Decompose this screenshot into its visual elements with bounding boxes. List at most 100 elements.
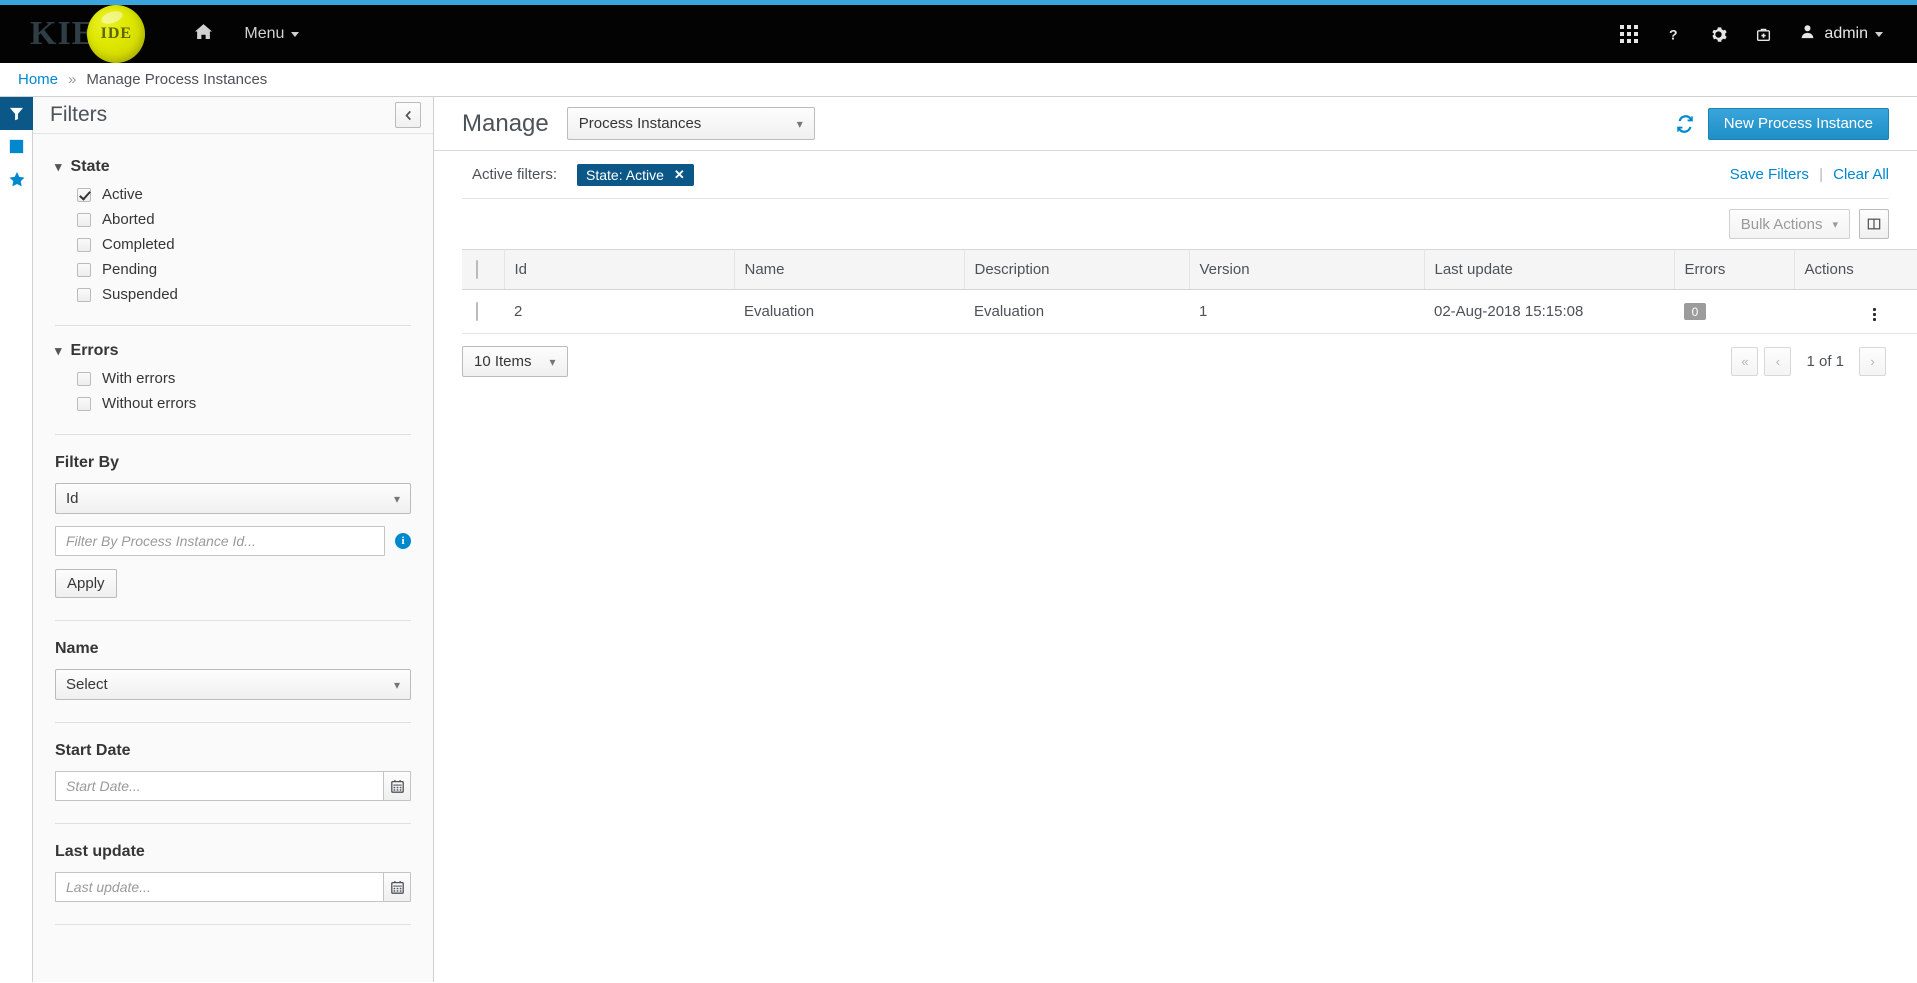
checkbox-row-active[interactable]: Active bbox=[77, 186, 411, 203]
next-page-button[interactable]: › bbox=[1859, 347, 1886, 376]
perspective-select[interactable]: Process Instances ▾ bbox=[566, 107, 815, 140]
pagination-bar: 10 Items ▾ « ‹ 1 of 1 › bbox=[462, 346, 1889, 377]
checkbox-suspended-label: Suspended bbox=[102, 286, 178, 303]
pagination-controls: « ‹ 1 of 1 › bbox=[1728, 347, 1889, 376]
page-indicator: 1 of 1 bbox=[1806, 353, 1844, 370]
checkbox-without-errors-label: Without errors bbox=[102, 395, 197, 412]
filters-panel-body: ▾ State Active Aborted Completed Pending bbox=[33, 134, 433, 982]
filter-by-label: Filter By bbox=[55, 454, 120, 471]
row-select-checkbox[interactable] bbox=[476, 302, 478, 321]
star-icon[interactable] bbox=[0, 163, 33, 196]
checkbox-row-aborted[interactable]: Aborted bbox=[77, 211, 411, 228]
chevron-down-icon: ▾ bbox=[796, 116, 803, 131]
save-filters-link[interactable]: Save Filters bbox=[1730, 166, 1809, 183]
brand-ide-badge: IDE bbox=[87, 5, 146, 63]
menu-label: Menu bbox=[244, 25, 285, 42]
checkbox-row-completed[interactable]: Completed bbox=[77, 236, 411, 253]
top-navbar: KIE IDE Menu ? admin bbox=[0, 5, 1917, 63]
checkbox-row-suspended[interactable]: Suspended bbox=[77, 286, 411, 303]
accordion-state[interactable]: ▾ State bbox=[55, 158, 411, 176]
apply-filter-button[interactable]: Apply bbox=[55, 569, 117, 598]
column-header-last-update[interactable]: Last update bbox=[1424, 249, 1675, 290]
filter-chip-state-active[interactable]: State: Active ✕ bbox=[577, 163, 694, 186]
checkbox-pending[interactable] bbox=[77, 262, 91, 277]
brand-logo[interactable]: KIE IDE bbox=[30, 5, 146, 63]
checkbox-active[interactable] bbox=[77, 187, 91, 202]
active-filters-bar: Active filters: State: Active ✕ Save Fil… bbox=[462, 151, 1889, 199]
info-circle-icon[interactable]: i bbox=[395, 533, 411, 549]
clear-all-link[interactable]: Clear All bbox=[1833, 166, 1889, 183]
toolbox-icon[interactable] bbox=[1741, 5, 1786, 63]
apps-grid-icon[interactable] bbox=[1606, 5, 1652, 63]
last-update-calendar-icon[interactable] bbox=[383, 872, 411, 902]
name-filter-select[interactable]: Select ▾ bbox=[55, 669, 411, 700]
start-date-input[interactable] bbox=[55, 771, 383, 801]
filter-by-select[interactable]: Id ▾ bbox=[55, 483, 411, 514]
table-header-row: Id Name Description Version Last update … bbox=[462, 249, 1917, 290]
column-header-version[interactable]: Version bbox=[1189, 249, 1425, 290]
divider bbox=[55, 325, 411, 326]
table-row[interactable]: 2 Evaluation Evaluation 1 02-Aug-2018 15… bbox=[462, 289, 1917, 334]
filters-tab-icon[interactable] bbox=[0, 97, 33, 130]
checkbox-row-pending[interactable]: Pending bbox=[77, 261, 411, 278]
checkbox-completed[interactable] bbox=[77, 237, 91, 252]
columns-icon[interactable] bbox=[1859, 209, 1889, 239]
checkbox-without-errors[interactable] bbox=[77, 396, 91, 411]
navbar-right-group: ? admin bbox=[1606, 5, 1917, 63]
user-account-dropdown[interactable]: admin bbox=[1786, 5, 1895, 63]
chevron-down-icon: ▾ bbox=[393, 491, 400, 506]
last-update-input[interactable] bbox=[55, 872, 383, 902]
main-content: Manage Process Instances ▾ New Process I… bbox=[434, 97, 1917, 982]
new-process-instance-button[interactable]: New Process Instance bbox=[1707, 107, 1889, 140]
checkbox-aborted[interactable] bbox=[77, 212, 91, 227]
chevron-down-icon: ▾ bbox=[55, 343, 62, 358]
last-update-group bbox=[55, 872, 411, 902]
checkbox-suspended[interactable] bbox=[77, 287, 91, 302]
column-header-errors[interactable]: Errors bbox=[1674, 249, 1795, 290]
menu-nav-dropdown[interactable]: Menu bbox=[228, 5, 315, 63]
first-page-button[interactable]: « bbox=[1731, 347, 1759, 376]
accordion-errors[interactable]: ▾ Errors bbox=[55, 342, 411, 360]
collapse-panel-button[interactable] bbox=[395, 102, 421, 128]
prev-page-button[interactable]: ‹ bbox=[1764, 347, 1792, 376]
plus-square-icon[interactable] bbox=[0, 130, 33, 163]
start-date-calendar-icon[interactable] bbox=[383, 771, 411, 801]
filter-chip-label: State: Active bbox=[586, 166, 664, 183]
cell-actions bbox=[1794, 289, 1917, 334]
content-header-actions: New Process Instance bbox=[1676, 107, 1889, 140]
filter-by-input-row: i bbox=[55, 526, 411, 556]
cell-description: Evaluation bbox=[964, 289, 1189, 334]
page-size-value: 10 Items bbox=[474, 353, 532, 370]
kebab-menu-icon[interactable] bbox=[1869, 304, 1880, 325]
filter-icon-rail bbox=[0, 97, 33, 982]
column-header-id[interactable]: Id bbox=[504, 249, 735, 290]
checkbox-row-without-errors[interactable]: Without errors bbox=[77, 395, 411, 412]
filter-by-input[interactable] bbox=[55, 526, 385, 556]
column-header-description[interactable]: Description bbox=[964, 249, 1190, 290]
cell-version: 1 bbox=[1189, 289, 1424, 334]
settings-gear-icon[interactable] bbox=[1696, 5, 1741, 63]
checkbox-with-errors[interactable] bbox=[77, 371, 91, 386]
help-question-icon[interactable]: ? bbox=[1652, 5, 1696, 63]
column-header-name[interactable]: Name bbox=[734, 249, 965, 290]
filters-title: Filters bbox=[50, 103, 108, 126]
select-all-checkbox[interactable] bbox=[476, 260, 478, 279]
home-icon bbox=[195, 23, 213, 45]
accordion-errors-title: Errors bbox=[70, 342, 119, 359]
close-icon[interactable]: ✕ bbox=[674, 168, 685, 181]
column-header-actions: Actions bbox=[1794, 249, 1917, 290]
breadcrumb-home-link[interactable]: Home bbox=[18, 71, 58, 88]
home-nav-button[interactable] bbox=[179, 5, 228, 63]
checkbox-row-with-errors[interactable]: With errors bbox=[77, 370, 411, 387]
cell-errors: 0 bbox=[1674, 289, 1794, 334]
checkbox-active-label: Active bbox=[102, 186, 143, 203]
accordion-state-title: State bbox=[70, 158, 110, 175]
bulk-actions-dropdown[interactable]: Bulk Actions ▾ bbox=[1728, 209, 1850, 239]
page-size-select[interactable]: 10 Items ▾ bbox=[462, 346, 568, 377]
breadcrumb-separator: » bbox=[68, 71, 77, 88]
chevron-down-icon: ▾ bbox=[55, 159, 62, 174]
cell-last-update: 02-Aug-2018 15:15:08 bbox=[1424, 289, 1674, 334]
table-head: Id Name Description Version Last update … bbox=[462, 249, 1917, 290]
refresh-icon[interactable] bbox=[1676, 114, 1694, 133]
cell-id: 2 bbox=[504, 289, 734, 334]
